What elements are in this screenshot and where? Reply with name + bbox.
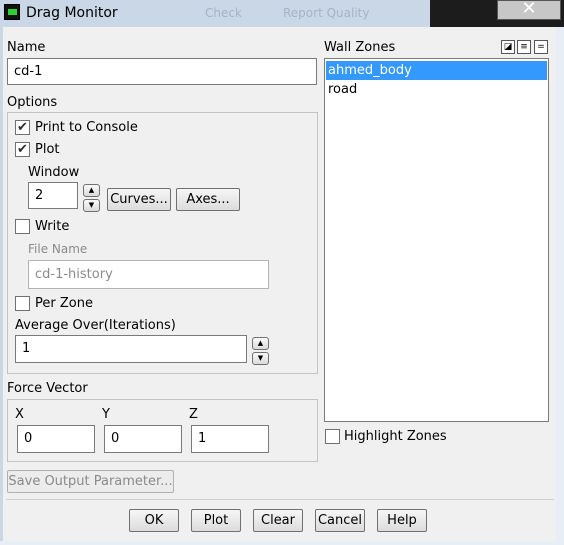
window-border-left xyxy=(0,27,3,545)
ok-button[interactable]: OK xyxy=(129,509,179,532)
background-text-check: Check xyxy=(205,6,242,20)
list-icon[interactable]: ≡ xyxy=(517,40,531,54)
arrow-down-icon: ▼ xyxy=(257,354,264,362)
window-border-bottom xyxy=(0,541,564,545)
average-over-increment-button[interactable]: ▲ xyxy=(252,337,269,350)
write-label: Write xyxy=(35,219,70,234)
options-label: Options xyxy=(7,95,58,110)
wall-zones-label: Wall Zones xyxy=(324,40,396,55)
write-checkbox[interactable] xyxy=(15,219,30,234)
force-vector-label: Force Vector xyxy=(7,381,88,396)
force-y-label: Y xyxy=(102,407,110,422)
average-over-decrement-button[interactable]: ▼ xyxy=(252,352,269,365)
help-button[interactable]: Help xyxy=(377,509,427,532)
highlight-zones-label: Highlight Zones xyxy=(344,429,447,444)
wall-zone-item-ahmed-body[interactable]: ahmed_body xyxy=(326,61,547,80)
window-number-input[interactable]: 2 xyxy=(28,182,78,209)
window-label: Window xyxy=(28,165,80,180)
window-title: Drag Monitor xyxy=(26,5,118,21)
background-text-report-quality: Report Quality xyxy=(283,6,370,20)
save-output-parameter-button[interactable]: Save Output Parameter... xyxy=(7,470,174,493)
file-name-label: File Name xyxy=(28,242,88,256)
window-border-right xyxy=(556,27,564,545)
cancel-button[interactable]: Cancel xyxy=(315,509,365,532)
per-zone-label: Per Zone xyxy=(35,296,93,311)
plot-checkbox[interactable]: ✔ xyxy=(15,142,30,157)
print-to-console-label: Print to Console xyxy=(35,120,138,135)
plot-label: Plot xyxy=(35,142,60,157)
plot-button[interactable]: Plot xyxy=(191,509,241,532)
axes-button[interactable]: Axes... xyxy=(176,188,240,211)
window-increment-button[interactable]: ▲ xyxy=(83,184,100,197)
force-x-label: X xyxy=(15,407,24,422)
curves-button[interactable]: Curves... xyxy=(107,188,171,211)
average-over-input[interactable]: 1 xyxy=(15,335,247,363)
arrow-up-icon: ▲ xyxy=(257,339,264,347)
name-input[interactable]: cd-1 xyxy=(7,58,317,85)
window-decrement-button[interactable]: ▼ xyxy=(83,199,100,212)
per-zone-checkbox[interactable] xyxy=(15,296,30,311)
close-button[interactable]: ✕ xyxy=(497,0,561,20)
wall-zones-list[interactable]: ahmed_body road xyxy=(324,58,549,422)
check-icon: ✔ xyxy=(17,142,28,157)
average-over-label: Average Over(Iterations) xyxy=(15,318,176,333)
deselect-icon[interactable]: = xyxy=(534,40,548,54)
clear-button[interactable]: Clear xyxy=(253,509,303,532)
force-y-input[interactable]: 0 xyxy=(104,425,182,453)
check-icon: ✔ xyxy=(17,120,28,135)
force-z-input[interactable]: 1 xyxy=(191,425,269,453)
select-all-icon[interactable]: ◪ xyxy=(501,40,515,54)
app-icon xyxy=(4,4,20,20)
file-name-input[interactable]: cd-1-history xyxy=(28,260,269,289)
arrow-down-icon: ▼ xyxy=(88,201,95,209)
force-x-input[interactable]: 0 xyxy=(17,425,95,453)
arrow-up-icon: ▲ xyxy=(88,186,95,194)
button-row-separator xyxy=(6,499,554,500)
force-z-label: Z xyxy=(189,407,198,422)
print-to-console-checkbox[interactable]: ✔ xyxy=(15,120,30,135)
name-label: Name xyxy=(7,40,46,55)
highlight-zones-checkbox[interactable] xyxy=(325,429,340,444)
wall-zone-item-road[interactable]: road xyxy=(326,80,547,99)
